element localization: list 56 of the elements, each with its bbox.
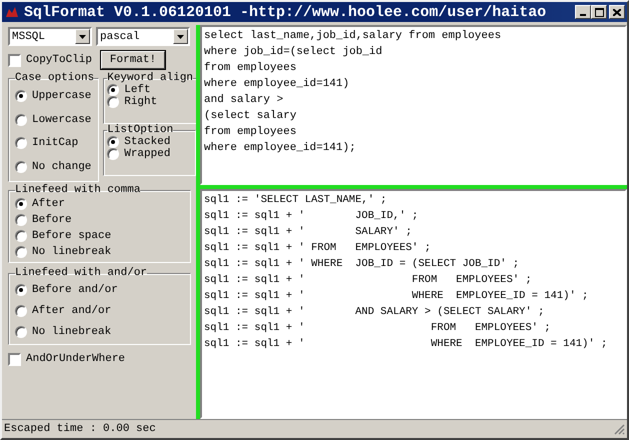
radio-option[interactable]: After and/or — [15, 300, 112, 321]
code-line: select last_name,job_id,salary from employees — [204, 29, 502, 44]
radio-option[interactable]: InitCap — [15, 137, 78, 150]
maximize-icon — [594, 8, 604, 16]
radio-option[interactable]: Left — [107, 84, 151, 96]
code-line: sql1 := sql1 + ' FROM EMPLOYEES' ; — [204, 273, 532, 288]
code-line: sql1 := sql1 + ' AND SALARY > (SELECT SALARY' ; — [204, 305, 544, 320]
group-title: Case options — [15, 72, 94, 84]
code-line: (select salary — [204, 109, 296, 124]
code-line: sql1 := sql1 + ' WHERE EMPLOYEE_ID = 141)' ; — [204, 337, 608, 352]
radio-option[interactable]: No linebreak — [15, 321, 112, 342]
radio-option[interactable]: Stacked — [107, 136, 170, 148]
code-line: sql1 := sql1 + ' WHERE EMPLOYEE_ID = 141)' ; — [204, 289, 588, 304]
code-line: sql1 := sql1 + ' WHERE JOB_ID = (SELECT JOB_ID' ; — [204, 257, 520, 272]
app-icon — [4, 5, 20, 19]
group-title: Keyword align — [107, 72, 194, 84]
maximize-button[interactable] — [591, 5, 607, 19]
group-title: Linefeed with and/or — [15, 267, 148, 279]
code-line: and salary > — [204, 93, 284, 108]
dropdown[interactable]: pascal — [96, 27, 190, 46]
status-text: Escaped time : 0.00 sec — [4, 423, 156, 435]
code-line: from employees — [204, 61, 296, 76]
group-title: ListOption — [107, 124, 174, 136]
code-line: where employee_id=141); — [204, 141, 356, 156]
close-button[interactable] — [609, 5, 625, 19]
resize-grip-icon[interactable] — [614, 424, 625, 434]
code-line: where job_id=(select job_id — [204, 45, 382, 60]
radio-option[interactable]: Lowercase — [15, 114, 92, 126]
radio-option[interactable]: Uppercase — [15, 90, 92, 102]
radio-option[interactable]: After — [15, 196, 66, 212]
checkbox[interactable]: CopyToClip — [8, 52, 92, 68]
radio-option[interactable]: Before and/or — [15, 279, 118, 300]
radio-option[interactable]: No linebreak — [15, 244, 112, 260]
code-line: where employee_id=141) — [204, 77, 350, 92]
window-title: SqlFormat V0.1.06120101 -http://www.hoolee.com/user/haitao — [24, 4, 548, 20]
code-line: sql1 := sql1 + ' JOB_ID,' ; — [204, 209, 418, 224]
code-line: sql1 := sql1 + ' FROM EMPLOYEES' ; — [204, 241, 431, 256]
radio-option[interactable]: No change — [15, 161, 92, 174]
radio-option[interactable]: Right — [107, 96, 158, 108]
group-title: Linefeed with comma — [15, 184, 140, 196]
checkbox[interactable]: AndOrUnderWhere — [8, 351, 126, 367]
radio-option[interactable]: Before space — [15, 228, 112, 244]
code-line: sql1 := sql1 + ' SALARY' ; — [204, 225, 412, 240]
format-button[interactable]: Format! — [100, 50, 166, 70]
radio-option[interactable]: Before — [15, 212, 72, 228]
radio-option[interactable]: Wrapped — [107, 148, 170, 160]
dropdown[interactable]: MSSQL — [8, 27, 92, 46]
code-line: from employees — [204, 125, 296, 140]
minimize-button[interactable] — [575, 5, 591, 19]
code-line: sql1 := 'SELECT LAST_NAME,' ; — [204, 193, 387, 208]
close-icon — [613, 8, 621, 16]
sql-input-editor[interactable]: select last_name,job_id,salary from employees where job_id=(select job_id from employees where employee_id=141) and salary > (select salary from employees where employee_id=141); — [200, 25, 627, 185]
caret-icon — [79, 34, 86, 38]
caret-icon — [177, 34, 184, 38]
code-output-editor[interactable] — [200, 189, 627, 419]
code-line: sql1 := sql1 + ' FROM EMPLOYEES' ; — [204, 321, 551, 336]
